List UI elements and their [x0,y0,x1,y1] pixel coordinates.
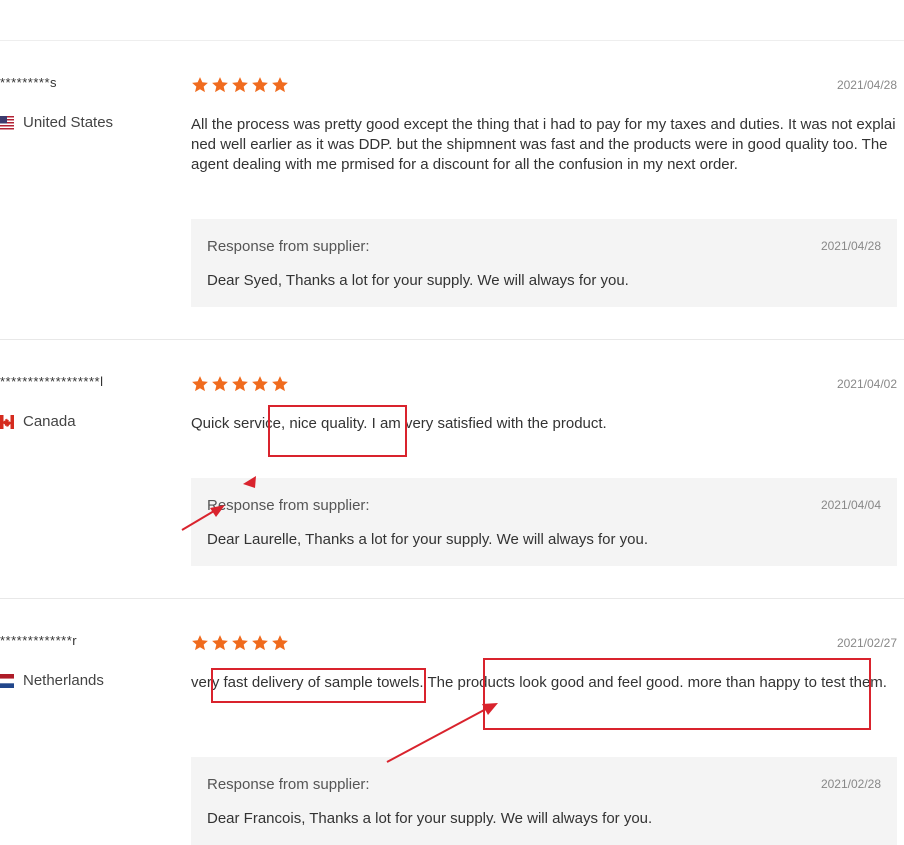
response-label: Response from supplier: [207,238,370,255]
review-divider [0,598,904,599]
star-rating [191,76,289,94]
response-date: 2021/04/04 [820,498,881,512]
country-label: Canada [23,413,76,430]
star-icon [212,77,228,93]
star-icon [212,635,228,651]
reviewer-name: *************r [0,633,78,648]
top-divider [0,40,904,41]
star-icon [272,635,288,651]
response-label: Response from supplier: [207,776,370,793]
review-date: 2021/02/27 [836,636,897,650]
response-text: Dear Laurelle, Thanks a lot for your sup… [207,531,649,548]
supplier-response: Response from supplier: 2021/04/04 Dear … [191,478,897,566]
star-icon [272,376,288,392]
star-icon [192,635,208,651]
star-icon [252,376,268,392]
star-icon [192,376,208,392]
star-icon [212,376,228,392]
response-date: 2021/04/28 [820,239,881,253]
annotation-highlight-box [268,405,407,457]
star-icon [232,376,248,392]
canada-flag-icon [0,414,14,429]
response-label: Response from supplier: [207,497,370,514]
netherlands-flag-icon [0,673,14,688]
reviewer-country: Canada [0,413,76,430]
star-rating [191,634,289,652]
annotation-arrow [386,703,498,763]
star-icon [192,77,208,93]
country-label: Netherlands [23,672,104,689]
annotation-highlight-box [211,668,426,703]
review-date: 2021/04/28 [836,78,897,92]
response-text: Dear Francois, Thanks a lot for your sup… [207,810,653,827]
us-flag-icon [0,115,14,130]
review-text: All the process was pretty good except t… [191,116,896,173]
review-date: 2021/04/02 [836,377,897,391]
country-label: United States [23,114,114,131]
response-text: Dear Syed, Thanks a lot for your supply.… [207,272,629,289]
reviewer-country: United States [0,114,113,131]
supplier-response: Response from supplier: 2021/02/28 Dear … [191,757,897,845]
star-icon [272,77,288,93]
annotation-highlight-box [483,658,871,730]
reviewer-name: *********s [0,75,58,90]
star-icon [252,77,268,93]
review-divider [0,339,904,340]
star-icon [252,635,268,651]
response-date: 2021/02/28 [820,777,881,791]
star-icon [232,635,248,651]
star-rating [191,375,289,393]
reviewer-country: Netherlands [0,672,104,689]
reviewer-name: ******************l [0,374,104,389]
supplier-response: Response from supplier: 2021/04/28 Dear … [191,219,897,307]
star-icon [232,77,248,93]
